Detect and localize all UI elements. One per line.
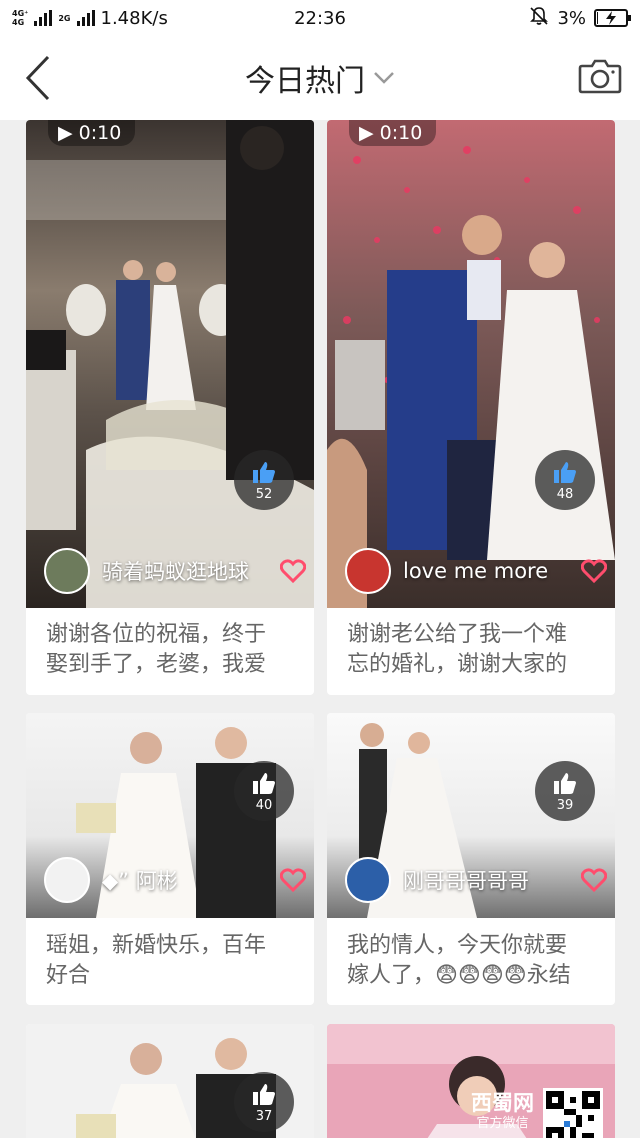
like-button[interactable]: 39 — [535, 761, 595, 821]
video-caption: 谢谢各位的祝福，终于 娶到手了，老婆，我爱 — [46, 620, 298, 680]
title-dropdown[interactable]: 今日热门 — [0, 36, 640, 120]
author-row[interactable]: 骑着蚂蚁逛地球 — [44, 547, 306, 595]
network-tag-4g-plus: 4G⁺ — [12, 9, 29, 18]
video-card[interactable]: 37 — [26, 1024, 314, 1138]
play-icon: ▶ — [359, 122, 374, 144]
network-tag-4g: 4G — [12, 18, 25, 27]
play-icon: ▶ — [58, 122, 73, 144]
watermark-sub: 官方微信 — [476, 1116, 529, 1131]
like-button[interactable]: 40 — [234, 761, 294, 821]
video-thumbnail: ▶ 0:10 48 love me more — [327, 120, 615, 608]
like-count: 52 — [255, 486, 273, 502]
author-name: 刚哥哥哥哥哥 — [403, 869, 529, 893]
thumbs-up-icon — [554, 772, 576, 794]
video-duration: ▶ 0:10 — [349, 120, 437, 146]
author-row[interactable]: ◆” 阿彬 — [44, 856, 306, 904]
caption-line: 谢谢各位的祝福，终于 — [46, 622, 267, 647]
video-thumbnail: 39 刚哥哥哥哥哥 — [327, 713, 615, 918]
video-thumbnail: 西蜀网 官方微信 — [327, 1024, 615, 1138]
status-bar: 4G⁺ 4G 2G 1.48K/s 22:36 3% — [0, 0, 640, 36]
author-name: 骑着蚂蚁逛地球 — [102, 560, 249, 584]
video-thumbnail: ▶ 0:10 52 骑着蚂蚁逛地球 — [26, 120, 314, 608]
avatar — [345, 857, 391, 903]
signal-2g-icon — [76, 10, 95, 26]
video-card[interactable]: ▶ 0:10 48 love me more 谢谢老公给了我一个难 忘的婚礼，谢… — [327, 120, 615, 695]
caption-line: 嫁人了，😨😨😨😨永结 — [347, 963, 571, 988]
video-card[interactable]: 西蜀网 官方微信 — [327, 1024, 615, 1138]
like-count: 39 — [556, 797, 574, 813]
heart-icon[interactable] — [581, 868, 607, 892]
thumbs-up-icon — [253, 461, 275, 483]
author-row[interactable]: love me more — [345, 547, 607, 595]
chevron-down-icon — [374, 72, 394, 84]
video-thumbnail: 40 ◆” 阿彬 — [26, 713, 314, 918]
caption-line: 忘的婚礼，谢谢大家的 — [347, 652, 568, 677]
signal-icon — [34, 10, 53, 26]
watermark-text: 西蜀网 官方微信 — [471, 1090, 534, 1132]
author-name: love me more — [403, 559, 549, 583]
like-button[interactable]: 52 — [234, 450, 294, 510]
thumbs-up-icon — [253, 1083, 275, 1105]
avatar — [345, 548, 391, 594]
camera-icon — [578, 59, 622, 94]
status-left: 4G⁺ 4G 2G 1.48K/s — [12, 8, 168, 29]
avatar — [44, 548, 90, 594]
heart-icon[interactable] — [280, 868, 306, 892]
thumbs-up-icon — [554, 461, 576, 483]
battery-percent: 3% — [557, 7, 586, 29]
video-caption: 瑶姐，新婚快乐，百年 好合 — [46, 931, 298, 991]
author-row[interactable]: 刚哥哥哥哥哥 — [345, 856, 607, 904]
network-tags: 4G⁺ 4G — [12, 9, 28, 27]
author-name: ◆” 阿彬 — [102, 869, 178, 893]
caption-line: 娶到手了，老婆，我爱 — [46, 652, 267, 677]
app-header: 今日热门 — [0, 36, 640, 120]
video-caption: 谢谢老公给了我一个难 忘的婚礼，谢谢大家的 — [347, 620, 599, 680]
bell-muted-icon — [529, 6, 549, 31]
video-card[interactable]: ▶ 0:10 52 骑着蚂蚁逛地球 谢谢各位的祝福，终于 娶到手了，老婆，我爱 — [26, 120, 314, 695]
caption-line: 瑶姐，新婚快乐，百年 — [46, 933, 267, 958]
caption-line: 好合 — [46, 963, 91, 988]
heart-icon[interactable] — [280, 559, 306, 583]
video-caption: 我的情人，今天你就要 嫁人了，😨😨😨😨永结 — [347, 931, 599, 991]
network-tag-2g: 2G — [58, 13, 71, 23]
thumbs-up-icon — [253, 772, 275, 794]
heart-icon[interactable] — [581, 559, 607, 583]
caption-line: 谢谢老公给了我一个难 — [347, 622, 568, 647]
avatar — [44, 857, 90, 903]
caption-line: 我的情人，今天你就要 — [347, 933, 568, 958]
video-duration: ▶ 0:10 — [48, 120, 136, 146]
battery-icon — [594, 9, 631, 27]
like-button[interactable]: 37 — [234, 1072, 294, 1132]
video-card[interactable]: 39 刚哥哥哥哥哥 我的情人，今天你就要 嫁人了，😨😨😨😨永结 — [327, 713, 615, 1005]
status-right: 3% — [529, 6, 631, 31]
like-button[interactable]: 48 — [535, 450, 595, 510]
duration-text: 0:10 — [379, 122, 423, 144]
page-title: 今日热门 — [245, 64, 365, 99]
watermark-brand: 西蜀网 — [471, 1091, 534, 1115]
like-count: 37 — [255, 1108, 273, 1124]
network-speed: 1.48K/s — [100, 7, 168, 29]
battery-fill — [597, 12, 598, 24]
duration-text: 0:10 — [78, 122, 122, 144]
watermark: 西蜀网 官方微信 — [465, 1084, 615, 1138]
video-thumbnail: 37 — [26, 1024, 314, 1138]
qr-code — [543, 1088, 603, 1138]
video-feed[interactable]: ▶ 0:10 52 骑着蚂蚁逛地球 谢谢各位的祝福，终于 娶到手了，老婆，我爱 — [0, 120, 640, 1138]
like-count: 40 — [255, 797, 273, 813]
like-count: 48 — [556, 486, 574, 502]
camera-button[interactable] — [578, 56, 622, 96]
video-card[interactable]: 40 ◆” 阿彬 瑶姐，新婚快乐，百年 好合 — [26, 713, 314, 1005]
